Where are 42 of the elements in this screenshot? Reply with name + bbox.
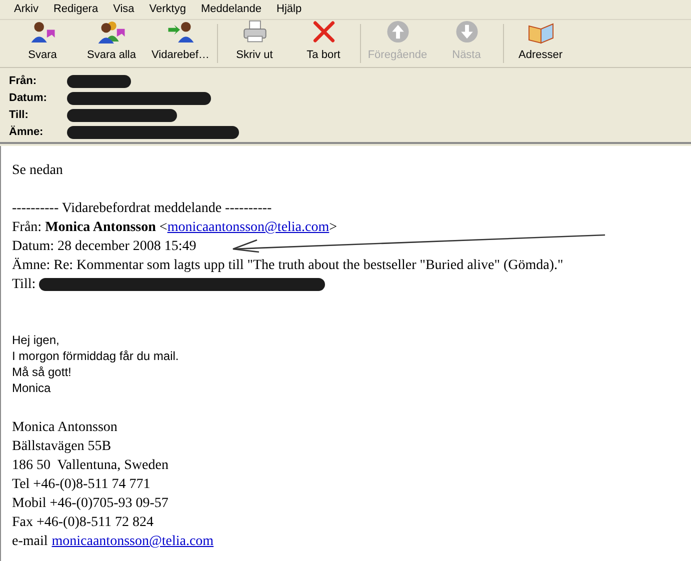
body-text: Ämne: Re: Kommentar som lagts upp till "The truth about the bestseller "Buried alive" (Gömda)." bbox=[12, 256, 564, 275]
redaction-mark bbox=[67, 74, 131, 88]
body-text: Datum: 28 december 2008 15:49 bbox=[12, 238, 196, 256]
body-text: Se nedan bbox=[12, 162, 64, 180]
header-label: Till: bbox=[9, 108, 30, 123]
body-text: Fax +46-(0)8-511 72 824 bbox=[12, 514, 154, 532]
toolbar-button[interactable]: Svara alla bbox=[77, 20, 146, 67]
header-label: Från: bbox=[9, 74, 38, 89]
toolbar-button[interactable]: Vidarebef… bbox=[146, 20, 215, 67]
body-text: Må så gott! bbox=[12, 364, 72, 380]
body-text: Monica Antonsson bbox=[12, 419, 118, 437]
menu-item[interactable]: Redigera bbox=[53, 1, 98, 18]
person-arrow-icon bbox=[28, 20, 56, 44]
open-book-icon bbox=[526, 22, 554, 44]
email-link[interactable]: monicaantonsson@telia.com bbox=[167, 220, 330, 235]
body-text: Från: Monica Antonsson <monicaantonsson@telia.com> bbox=[12, 220, 338, 235]
header-label: Datum: bbox=[9, 90, 48, 106]
people-arrow-icon bbox=[96, 20, 126, 44]
body-text: ---------- Vidarebefordrat meddelande ---------- bbox=[12, 200, 272, 218]
toolbar-button[interactable]: Skriv ut bbox=[220, 20, 289, 67]
body-text: I morgon förmiddag får du mail. bbox=[12, 348, 180, 364]
body-text: e-mail bbox=[12, 533, 48, 551]
menu-item[interactable]: Verktyg bbox=[149, 1, 186, 18]
arrow-person-icon bbox=[166, 20, 194, 44]
body-text: Monica bbox=[12, 380, 52, 396]
menu-item[interactable]: Meddelande bbox=[200, 1, 262, 18]
close-icon bbox=[312, 20, 336, 44]
body-text: 186 50 Vallentuna, Sweden bbox=[12, 457, 168, 475]
menu-item[interactable]: Hjälp bbox=[276, 1, 302, 18]
body-text: Bällstavägen 55B bbox=[12, 438, 112, 456]
toolbar-button[interactable]: Adresser bbox=[506, 20, 575, 67]
body-text: Hej igen, bbox=[12, 332, 60, 348]
body-text: Mobil +46-(0)705-93 09-57 bbox=[12, 495, 168, 513]
email-link[interactable]: monicaantonsson@telia.com bbox=[52, 532, 214, 551]
toolbar-button[interactable]: Svara bbox=[8, 20, 77, 67]
menu-item[interactable]: Visa bbox=[113, 1, 134, 18]
header-label: Ämne: bbox=[9, 124, 44, 140]
menu-item[interactable]: Arkiv bbox=[14, 1, 38, 18]
body-text: Tel +46-(0)8-511 74 771 bbox=[12, 476, 150, 494]
body-text: Till: bbox=[12, 276, 36, 294]
toolbar-button[interactable]: Ta bort bbox=[289, 20, 358, 67]
printer-icon bbox=[240, 20, 268, 44]
